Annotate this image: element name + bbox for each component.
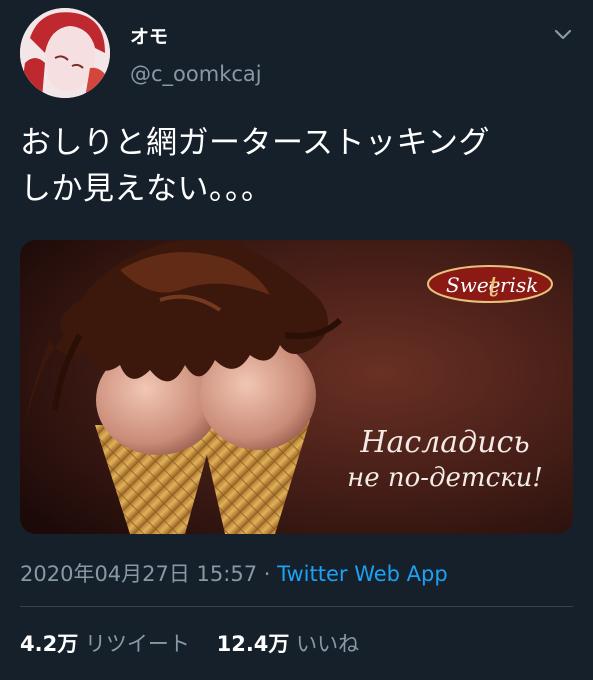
avatar[interactable] <box>20 8 110 98</box>
tweet-text: おしりと網ガーターストッキング しか見えない。。。 <box>20 125 491 207</box>
brand-right: risk <box>500 273 538 297</box>
retweets-label: リツイート <box>84 632 190 656</box>
likes-count: 12.4万 <box>216 632 290 656</box>
retweets-count: 4.2万 <box>20 632 79 656</box>
likes-label: いいね <box>296 632 360 656</box>
likes-stat[interactable]: 12.4万 いいね <box>217 632 360 656</box>
slogan-line-2: не по-детски! <box>347 463 543 493</box>
timestamp[interactable]: 2020年04月27日 15:57 <box>20 562 257 586</box>
display-name[interactable]: オモ <box>130 22 168 49</box>
source-app-link[interactable]: Twitter Web App <box>277 562 448 586</box>
tweet-stats: 4.2万 リツイート 12.4万 いいね <box>20 628 359 658</box>
retweets-stat[interactable]: 4.2万 リツイート <box>20 632 197 656</box>
divider <box>20 606 573 607</box>
chevron-down-icon[interactable] <box>548 20 578 50</box>
separator: · <box>263 562 271 586</box>
user-handle[interactable]: @c_oomkcaj <box>130 62 262 86</box>
tweet-media-image[interactable]: Swee t risk Насладись не по-детски! <box>20 240 573 534</box>
brand-logo: Swee t risk <box>427 265 553 303</box>
slogan: Насладись не по-детски! <box>330 425 560 495</box>
brand-mid: t <box>488 270 500 303</box>
slogan-line-1: Насладись <box>360 425 530 460</box>
tweet-meta: 2020年04月27日 15:57 · Twitter Web App <box>20 558 448 588</box>
